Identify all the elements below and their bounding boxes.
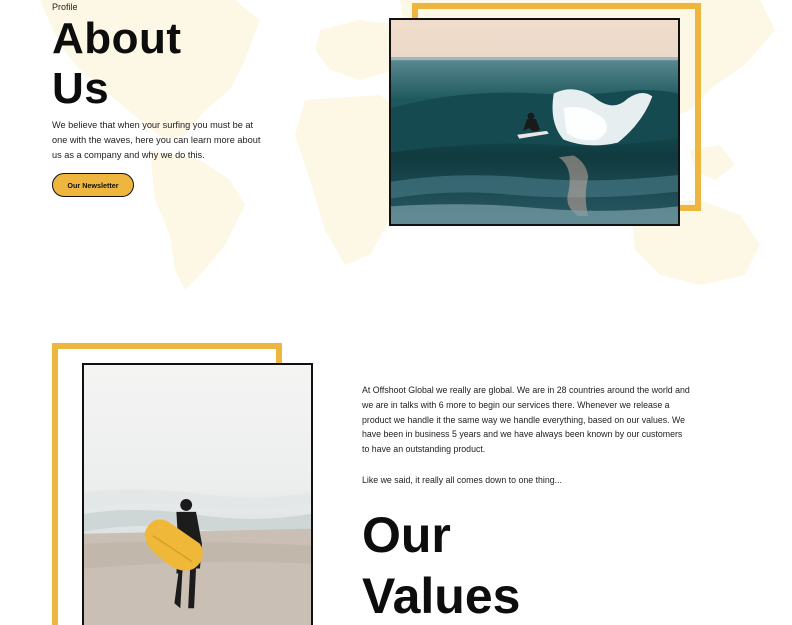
surfer-beach-image <box>82 363 313 625</box>
page-title: About Us <box>52 14 182 114</box>
values-heading-line-1: Our <box>362 507 451 563</box>
surfer-wave-image <box>389 18 680 226</box>
about-tagline: Like we said, it really all comes down t… <box>362 475 562 485</box>
newsletter-button[interactable]: Our Newsletter <box>52 173 134 197</box>
values-heading: Our Values <box>362 505 520 625</box>
page-title-line-2: Us <box>52 64 110 113</box>
hero-description: We believe that when your surfing you mu… <box>52 120 261 160</box>
eyebrow-label: Profile <box>52 2 78 12</box>
page: Profile About Us We believe that when yo… <box>0 0 792 625</box>
about-paragraph: At Offshoot Global we really are global.… <box>362 385 690 455</box>
values-heading-line-2: Values <box>362 568 521 624</box>
surfer-wave-illustration <box>391 20 678 224</box>
page-title-line-1: About <box>52 14 182 63</box>
surfer-beach-illustration <box>84 365 311 625</box>
